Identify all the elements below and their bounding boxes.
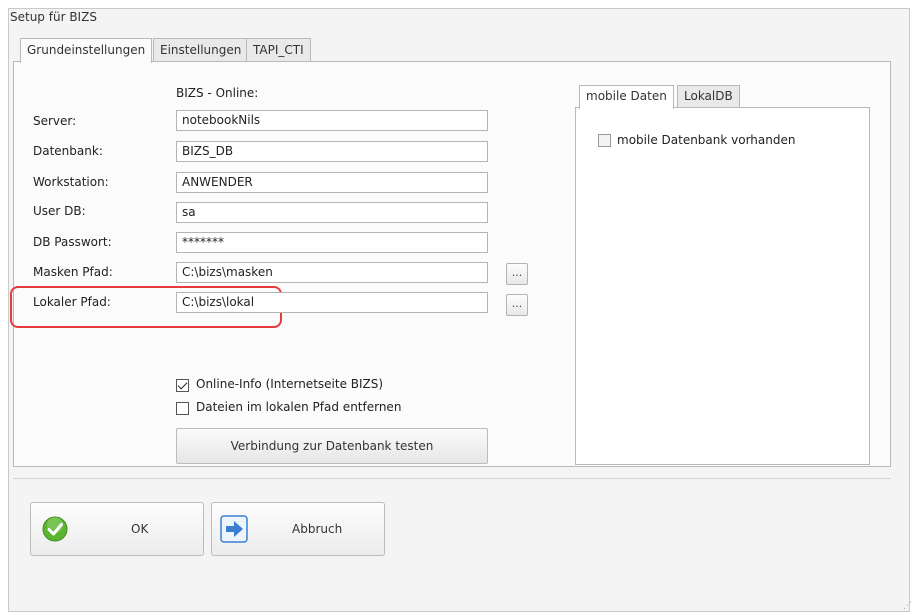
check-icon <box>41 515 69 546</box>
dateien-entfernen-checkbox[interactable] <box>176 402 189 415</box>
datenbank-label: Datenbank: <box>33 144 103 158</box>
ok-button-label: OK <box>131 522 149 536</box>
tab-grundeinstellungen[interactable]: Grundeinstellungen <box>20 38 153 63</box>
arrow-right-icon <box>220 515 250 546</box>
lokaler-pfad-browse-button[interactable]: ... <box>506 294 528 316</box>
mobile-datenbank-checkbox[interactable] <box>598 134 611 147</box>
masken-pfad-label: Masken Pfad: <box>33 265 113 279</box>
datenbank-input[interactable]: BIZS_DB <box>176 141 488 162</box>
user-db-input[interactable]: sa <box>176 202 488 223</box>
mobile-daten-panel <box>575 107 870 465</box>
masken-pfad-input[interactable]: C:\bizs\masken <box>176 262 488 283</box>
cancel-button[interactable]: Abbruch <box>211 502 385 556</box>
lokaler-pfad-label: Lokaler Pfad: <box>33 295 111 309</box>
masken-pfad-browse-button[interactable]: ... <box>506 263 528 285</box>
db-passwort-label: DB Passwort: <box>33 235 112 249</box>
subtab-mobile-daten[interactable]: mobile Daten <box>579 85 674 109</box>
db-passwort-input[interactable]: ******* <box>176 232 488 253</box>
lokaler-pfad-input[interactable]: C:\bizs\lokal <box>176 292 488 313</box>
separator <box>13 478 891 479</box>
workstation-input[interactable]: ANWENDER <box>176 172 488 193</box>
window-title: Setup für BIZS <box>10 10 97 24</box>
test-connection-button[interactable]: Verbindung zur Datenbank testen <box>176 428 488 464</box>
online-info-label: Online-Info (Internetseite BIZS) <box>196 377 384 391</box>
resize-grip-icon[interactable]: ⋰ <box>903 601 912 611</box>
dateien-entfernen-label: Dateien im lokalen Pfad entfernen <box>196 400 402 414</box>
tab-einstellungen[interactable]: Einstellungen <box>153 38 249 62</box>
workstation-label: Workstation: <box>33 175 109 189</box>
server-input[interactable]: notebookNils <box>176 110 488 131</box>
user-db-label: User DB: <box>33 204 86 218</box>
server-label: Server: <box>33 114 77 128</box>
cancel-button-label: Abbruch <box>292 522 343 536</box>
online-info-checkbox[interactable] <box>176 379 189 392</box>
section-title: BIZS - Online: <box>176 86 259 100</box>
mobile-datenbank-label: mobile Datenbank vorhanden <box>617 133 796 147</box>
tab-tapi-cti[interactable]: TAPI_CTI <box>246 38 311 62</box>
subtab-lokaldb[interactable]: LokalDB <box>677 85 740 108</box>
ok-button[interactable]: OK <box>30 502 204 556</box>
